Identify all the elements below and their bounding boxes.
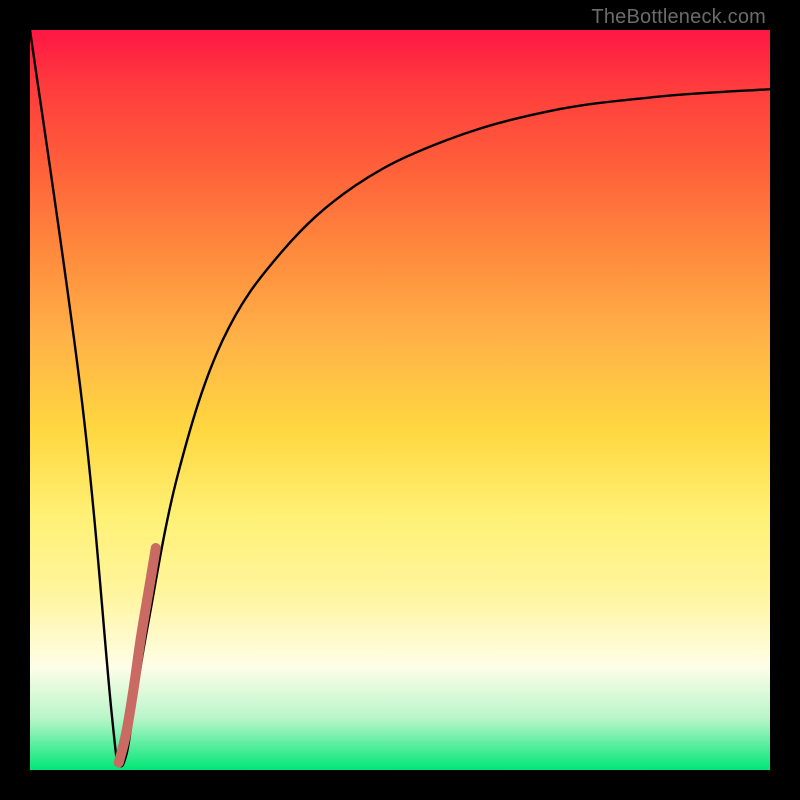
chart-svg — [30, 30, 770, 770]
plot-area — [30, 30, 770, 770]
watermark-text: TheBottleneck.com — [591, 6, 766, 29]
chart-container: TheBottleneck.com — [0, 0, 800, 800]
red-highlight-segment — [119, 548, 156, 763]
